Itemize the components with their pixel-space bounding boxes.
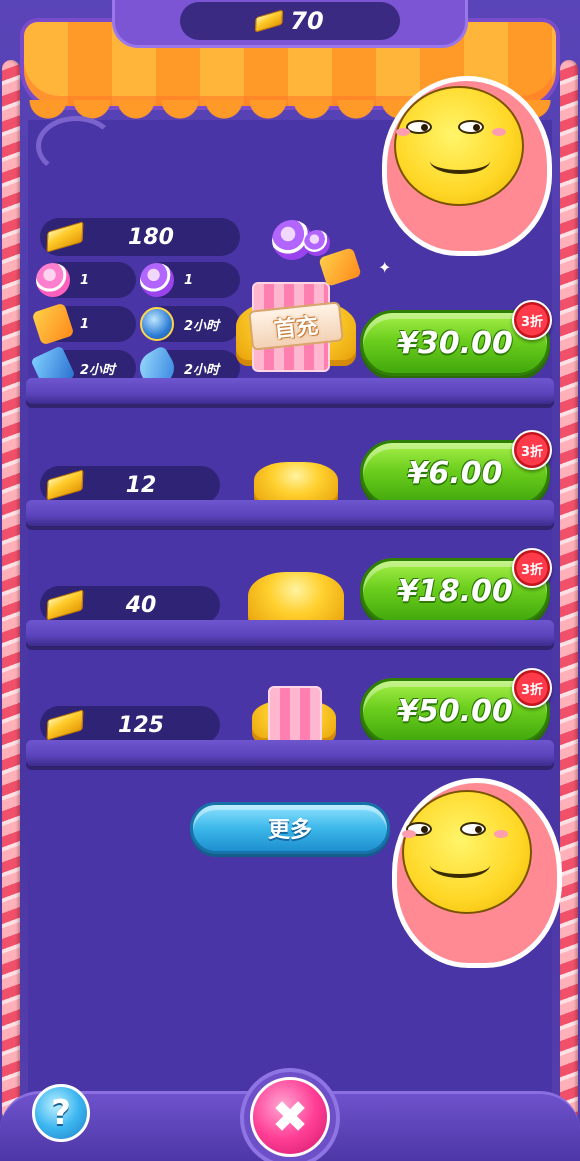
lollipop-image (304, 230, 330, 256)
gold-bar-icon (255, 9, 284, 33)
cheek-decoration (396, 128, 410, 136)
discount-badge: 3折 (512, 548, 552, 588)
candy-pole-right (560, 60, 578, 1121)
more-button[interactable]: 更多 (190, 802, 390, 854)
eye-icon (460, 822, 486, 836)
first-offer-item: 1 (140, 262, 240, 298)
cheek-decoration (492, 128, 506, 136)
first-offer-item: 2小时 (140, 306, 240, 342)
more-button-label: 更多 (267, 818, 312, 843)
purple-lollipop-icon (140, 263, 174, 297)
gold-balance-value: 70 (290, 7, 324, 35)
discount-badge: 3折 (512, 430, 552, 470)
candy-pole-left (2, 60, 20, 1121)
gift-box-image (268, 686, 322, 746)
smirk-mouth (430, 148, 490, 174)
first-offer-item-text: 2小时 (184, 318, 220, 334)
offer-gold-pill: 125 (40, 706, 220, 744)
cheek-decoration (494, 830, 508, 838)
help-button[interactable]: ? (32, 1084, 90, 1142)
first-offer-item-text: 1 (80, 316, 90, 332)
first-offer-gold-pill: 180 (40, 218, 240, 256)
cheek-decoration (402, 830, 416, 838)
smirk-emoji-sticker (392, 778, 562, 968)
gold-balance: 70 (180, 2, 400, 40)
shelf (26, 740, 554, 766)
price-label: ¥18.00 (397, 573, 513, 609)
shelf (26, 620, 554, 646)
smirk-mouth (430, 852, 490, 878)
emoji-face (394, 86, 524, 206)
first-offer-item-text: 1 (184, 272, 194, 288)
shelf (26, 378, 554, 404)
offer-gold-pill: 40 (40, 586, 220, 624)
swirl-decoration-left (36, 116, 116, 176)
price-label: ¥50.00 (397, 693, 513, 729)
offer-gold-pill: 12 (40, 466, 220, 504)
first-offer-item-text: 1 (80, 272, 90, 288)
first-offer-item: 1 (36, 262, 136, 298)
price-label: ¥6.00 (407, 455, 503, 491)
sparkle-icon: ✦ (378, 258, 392, 277)
discount-badge: 3折 (512, 668, 552, 708)
first-offer-item-text: 2小时 (184, 362, 220, 378)
booster-orb-icon (140, 307, 174, 341)
close-button[interactable]: ✖ (250, 1077, 330, 1157)
first-offer-item-text: 2小时 (80, 362, 116, 378)
price-label: ¥30.00 (397, 325, 513, 361)
shelf (26, 500, 554, 526)
smirk-emoji-sticker (382, 76, 552, 256)
discount-badge: 3折 (512, 300, 552, 340)
pink-lollipop-icon (36, 263, 70, 297)
first-offer-item: 1 (31, 302, 136, 346)
eye-icon (458, 120, 484, 134)
